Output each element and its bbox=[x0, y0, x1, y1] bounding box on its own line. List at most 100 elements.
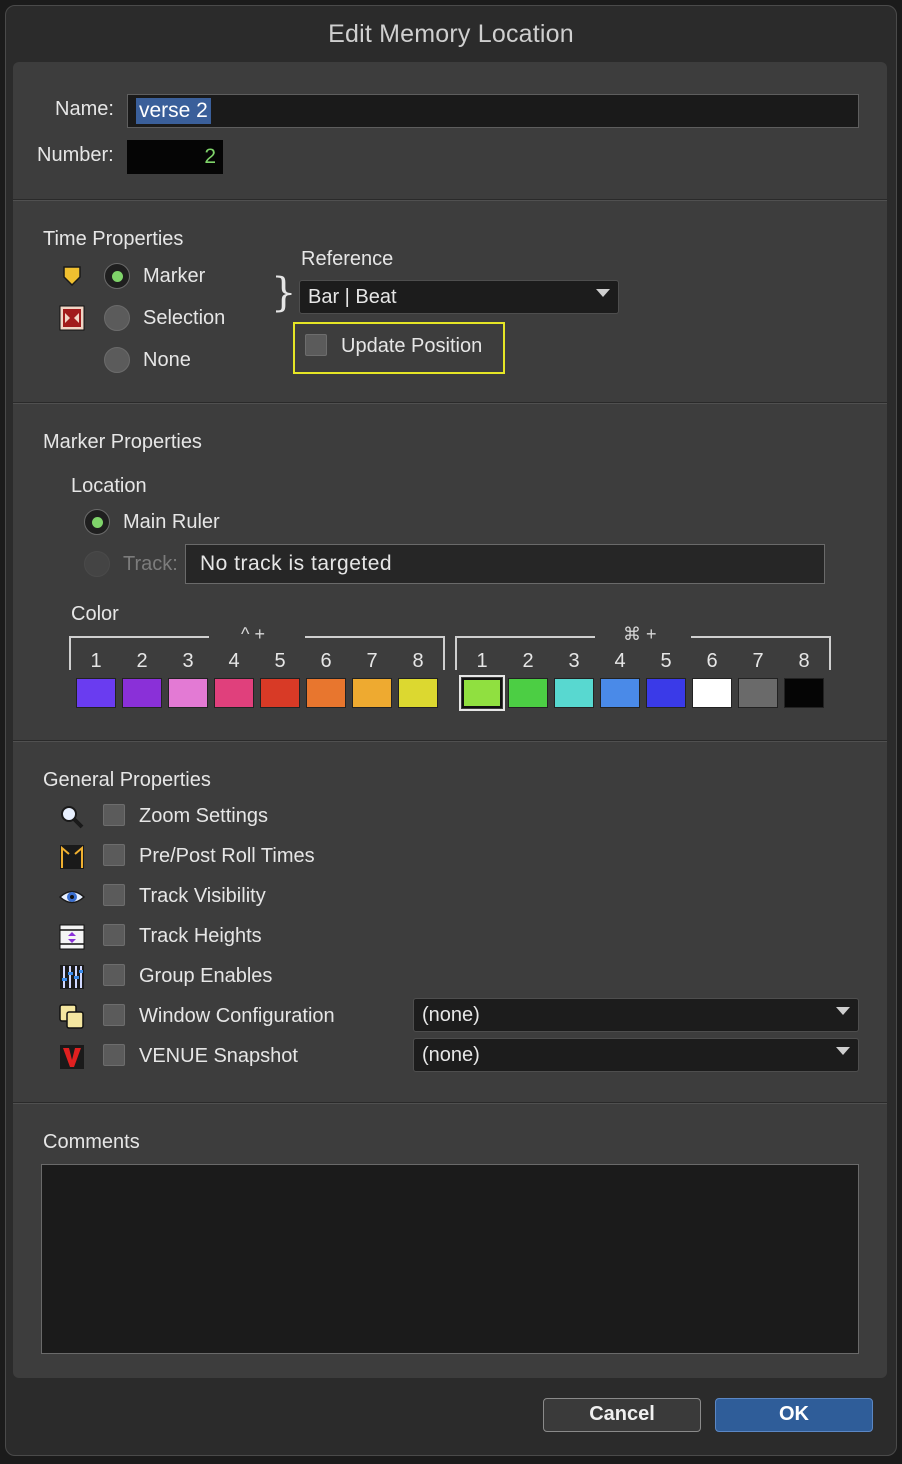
track-heights-checkbox[interactable] bbox=[103, 924, 125, 946]
radio-none[interactable] bbox=[104, 347, 130, 373]
color-number-label: 7 bbox=[752, 650, 764, 672]
color-swatch-group2-5[interactable] bbox=[646, 678, 686, 708]
pre-post-roll-checkbox[interactable] bbox=[103, 844, 125, 866]
dialog-panel: Name: verse 2 Number: 2 Time Properties … bbox=[13, 62, 887, 1378]
color-number-label: 6 bbox=[706, 650, 718, 672]
radio-marker[interactable] bbox=[104, 263, 130, 289]
number-label: Number: bbox=[37, 144, 114, 166]
color-number-label: 2 bbox=[522, 650, 534, 672]
color-number-label: 3 bbox=[568, 650, 580, 672]
pre-post-roll-icon bbox=[60, 845, 84, 869]
group1-modifier-label: ^ + bbox=[241, 624, 265, 644]
color-number-label: 4 bbox=[614, 650, 626, 672]
color-label: Color bbox=[71, 603, 119, 625]
chevron-down-icon bbox=[836, 1047, 850, 1055]
window-config-icon bbox=[59, 1004, 84, 1029]
track-label: Track: bbox=[123, 553, 178, 575]
window-config-dropdown[interactable]: (none) bbox=[413, 998, 859, 1032]
reference-value: Bar | Beat bbox=[308, 286, 397, 308]
color-swatch-group1-1[interactable] bbox=[76, 678, 116, 708]
number-input[interactable]: 2 bbox=[127, 140, 223, 174]
color-number-label: 1 bbox=[90, 650, 102, 672]
color-number-label: 2 bbox=[136, 650, 148, 672]
color-number-label: 8 bbox=[412, 650, 424, 672]
color-number-label: 8 bbox=[798, 650, 810, 672]
main-ruler-label: Main Ruler bbox=[123, 511, 220, 533]
color-swatch-group1-5[interactable] bbox=[260, 678, 300, 708]
radio-selection[interactable] bbox=[104, 305, 130, 331]
dialog-title: Edit Memory Location bbox=[328, 20, 574, 48]
chevron-down-icon bbox=[836, 1007, 850, 1015]
track-field: No track is targeted bbox=[185, 544, 825, 584]
cancel-button[interactable]: Cancel bbox=[543, 1398, 701, 1432]
color-swatch-group1-3[interactable] bbox=[168, 678, 208, 708]
color-swatch-group2-2[interactable] bbox=[508, 678, 548, 708]
color-number-label: 1 bbox=[476, 650, 488, 672]
color-swatch-group1-7[interactable] bbox=[352, 678, 392, 708]
group-enables-label: Group Enables bbox=[139, 965, 273, 987]
edit-memory-location-dialog: Edit Memory Location Name: verse 2 Numbe… bbox=[5, 5, 897, 1456]
chevron-down-icon bbox=[596, 289, 610, 297]
divider bbox=[13, 199, 887, 201]
venue-snapshot-dropdown[interactable]: (none) bbox=[413, 1038, 859, 1072]
radio-marker-label: Marker bbox=[143, 265, 206, 287]
name-value: verse 2 bbox=[136, 98, 211, 124]
color-swatch-group1-4[interactable] bbox=[214, 678, 254, 708]
group-enables-checkbox[interactable] bbox=[103, 964, 125, 986]
divider bbox=[13, 402, 887, 404]
update-position-checkbox[interactable] bbox=[305, 334, 327, 356]
track-heights-label: Track Heights bbox=[139, 925, 262, 947]
color-swatch-group2-1[interactable] bbox=[459, 675, 505, 711]
zoom-settings-checkbox[interactable] bbox=[103, 804, 125, 826]
color-swatch-group1-8[interactable] bbox=[398, 678, 438, 708]
name-input[interactable]: verse 2 bbox=[127, 94, 859, 128]
divider bbox=[13, 1102, 887, 1104]
color-number-label: 5 bbox=[660, 650, 672, 672]
color-number-label: 3 bbox=[182, 650, 194, 672]
marker-properties-heading: Marker Properties bbox=[43, 431, 202, 453]
comments-textarea[interactable] bbox=[41, 1164, 859, 1354]
color-swatch-group2-7[interactable] bbox=[738, 678, 778, 708]
selection-icon bbox=[59, 305, 85, 331]
group-enables-icon bbox=[60, 965, 84, 989]
color-swatch-group2-3[interactable] bbox=[554, 678, 594, 708]
track-visibility-checkbox[interactable] bbox=[103, 884, 125, 906]
reference-dropdown[interactable]: Bar | Beat bbox=[299, 280, 619, 314]
name-label: Name: bbox=[55, 98, 114, 120]
radio-track[interactable] bbox=[84, 551, 110, 577]
track-visibility-label: Track Visibility bbox=[139, 885, 266, 907]
marker-icon bbox=[63, 266, 81, 286]
group2-modifier-label: ⌘ + bbox=[623, 624, 657, 644]
ok-button[interactable]: OK bbox=[715, 1398, 873, 1432]
color-number-label: 5 bbox=[274, 650, 286, 672]
comments-heading: Comments bbox=[43, 1131, 140, 1153]
reference-label: Reference bbox=[301, 248, 394, 270]
color-swatch-group2-4[interactable] bbox=[600, 678, 640, 708]
window-config-checkbox[interactable] bbox=[103, 1004, 125, 1026]
magnifier-icon bbox=[61, 806, 84, 829]
venue-snapshot-checkbox[interactable] bbox=[103, 1044, 125, 1066]
color-swatch-group2-6[interactable] bbox=[692, 678, 732, 708]
color-number-label: 7 bbox=[366, 650, 378, 672]
radio-none-label: None bbox=[143, 349, 191, 371]
color-swatch-group2-8[interactable] bbox=[784, 678, 824, 708]
radio-main-ruler[interactable] bbox=[84, 509, 110, 535]
general-properties-heading: General Properties bbox=[43, 769, 211, 791]
pre-post-roll-label: Pre/Post Roll Times bbox=[139, 845, 315, 867]
color-swatch-group1-6[interactable] bbox=[306, 678, 346, 708]
window-config-label: Window Configuration bbox=[139, 1005, 335, 1027]
radio-selection-label: Selection bbox=[143, 307, 226, 329]
track-heights-icon bbox=[59, 924, 85, 950]
color-swatch-group1-2[interactable] bbox=[122, 678, 162, 708]
brace-icon: } bbox=[271, 270, 297, 316]
update-position-label: Update Position bbox=[341, 335, 483, 357]
venue-snapshot-value: (none) bbox=[422, 1044, 480, 1066]
time-properties-heading: Time Properties bbox=[43, 228, 184, 250]
divider bbox=[13, 740, 887, 742]
venue-icon bbox=[60, 1045, 84, 1069]
venue-snapshot-label: VENUE Snapshot bbox=[139, 1045, 298, 1067]
zoom-settings-label: Zoom Settings bbox=[139, 805, 268, 827]
color-number-label: 6 bbox=[320, 650, 332, 672]
window-config-value: (none) bbox=[422, 1004, 480, 1026]
color-number-label: 4 bbox=[228, 650, 240, 672]
